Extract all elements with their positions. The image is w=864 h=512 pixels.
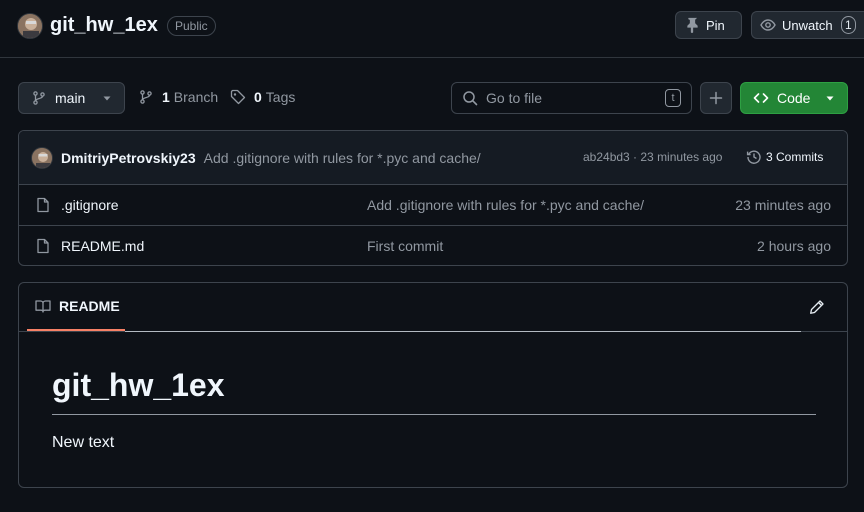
commit-message[interactable]: Add .gitignore with rules for *.pyc and … <box>204 150 481 166</box>
search-placeholder: Go to file <box>486 90 543 106</box>
branches-link[interactable]: 1 Branch <box>138 89 218 105</box>
owner-avatar[interactable] <box>17 13 43 39</box>
commit-meta[interactable]: ab24bd3 · 23 minutes ago <box>583 150 722 164</box>
branch-select-button[interactable]: main <box>18 82 125 114</box>
readme-tabbar: README <box>19 283 847 332</box>
branch-icon <box>31 90 47 106</box>
file-commit-message[interactable]: Add .gitignore with rules for *.pyc and … <box>367 197 644 213</box>
readme-tab-label: README <box>59 298 120 314</box>
code-button[interactable]: Code <box>740 82 848 114</box>
tab-readme[interactable]: README <box>27 283 125 331</box>
edit-readme-button[interactable] <box>809 299 825 315</box>
tag-count: 0 <box>254 89 262 105</box>
book-icon <box>35 298 59 314</box>
file-icon <box>35 197 51 213</box>
repo-name[interactable]: git_hw_1ex <box>50 14 158 37</box>
readme-panel: README git_hw_1ex New text <box>18 282 848 488</box>
branch-count: 1 <box>162 89 170 105</box>
file-icon <box>35 238 51 254</box>
file-name[interactable]: README.md <box>61 238 144 254</box>
pin-label: Pin <box>706 17 725 33</box>
repo-header: git_hw_1ex Public Pin Unwatch 1 <box>0 0 864 58</box>
file-commit-time: 23 minutes ago <box>735 197 831 213</box>
visibility-badge: Public <box>167 16 216 36</box>
readme-text: New text <box>52 434 115 451</box>
eye-icon <box>760 17 782 33</box>
commit-author[interactable]: DmitriyPetrovskiy23 <box>61 150 196 166</box>
pin-button[interactable]: Pin <box>675 11 742 39</box>
add-file-button[interactable] <box>700 82 732 114</box>
file-list: DmitriyPetrovskiy23 Add .gitignore with … <box>18 130 848 266</box>
unwatch-label: Unwatch <box>782 17 833 33</box>
search-icon <box>462 90 478 106</box>
readme-body: git_hw_1ex New text <box>52 365 816 452</box>
file-row[interactable]: README.md First commit 2 hours ago <box>19 226 847 265</box>
pin-icon <box>684 17 706 33</box>
plus-icon <box>708 90 724 106</box>
divider <box>125 331 801 332</box>
file-row[interactable]: .gitignore Add .gitignore with rules for… <box>19 185 847 226</box>
code-label: Code <box>777 90 811 106</box>
file-commit-message[interactable]: First commit <box>367 238 443 254</box>
tag-count-label: Tags <box>265 89 296 105</box>
caret-down-icon <box>102 93 112 103</box>
code-icon <box>753 90 769 106</box>
watch-counter: 1 <box>840 16 856 34</box>
shortcut-hint: t <box>665 89 681 107</box>
go-to-file-input[interactable]: Go to file t <box>451 82 692 114</box>
branch-name: main <box>55 90 86 106</box>
caret-down-icon <box>825 93 835 103</box>
file-name[interactable]: .gitignore <box>61 197 119 213</box>
latest-commit-bar: DmitriyPetrovskiy23 Add .gitignore with … <box>19 131 847 185</box>
commits-label: 3 Commits <box>766 150 824 164</box>
history-icon <box>746 149 766 165</box>
author-avatar[interactable] <box>31 146 53 169</box>
file-commit-time: 2 hours ago <box>757 238 831 254</box>
branch-icon <box>138 89 154 105</box>
unwatch-button[interactable]: Unwatch 1 <box>751 11 864 39</box>
commits-link[interactable]: 3 Commits <box>746 149 823 165</box>
tags-link[interactable]: 0 Tags <box>230 89 295 105</box>
pencil-icon <box>809 299 825 315</box>
readme-heading: git_hw_1ex <box>52 365 816 415</box>
tag-icon <box>230 89 246 105</box>
branch-count-label: Branch <box>173 89 219 105</box>
